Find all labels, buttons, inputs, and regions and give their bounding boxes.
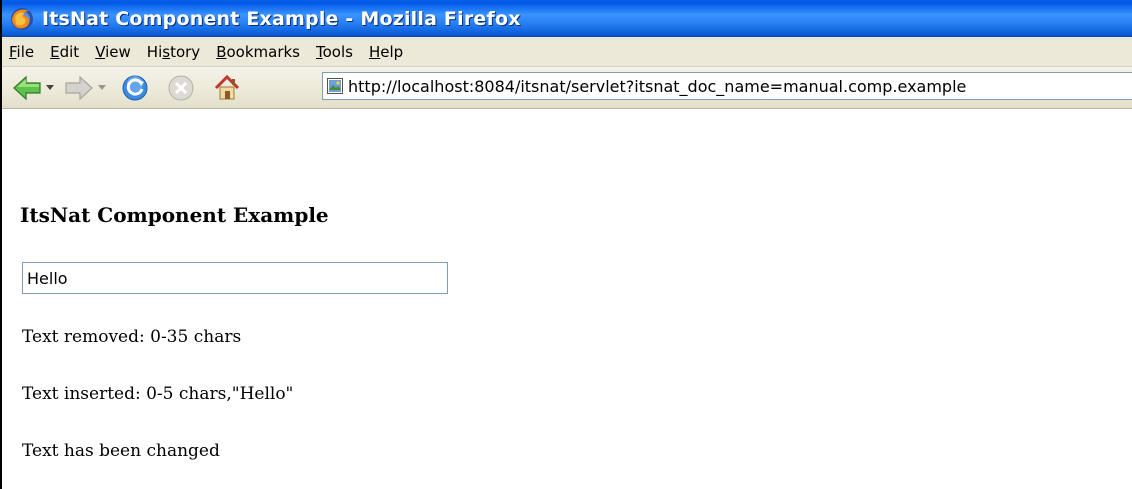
address-bar[interactable]: http://localhost:8084/itsnat/servlet?its… [322,72,1132,100]
dropdown-arrow-icon [46,84,54,90]
menu-bookmarks[interactable]: Bookmarks [211,43,306,61]
navigation-toolbar: http://localhost:8084/itsnat/servlet?its… [2,67,1132,109]
forward-history-dropdown[interactable] [96,72,108,104]
window-title: ItsNat Component Example - Mozilla Firef… [42,7,521,30]
page-heading: ItsNat Component Example [20,203,329,227]
dropdown-arrow-icon [98,84,106,90]
back-arrow-icon [13,75,41,100]
message-text-inserted: Text inserted: 0-5 chars,"Hello" [22,384,294,404]
menu-tools[interactable]: Tools [311,43,359,61]
reload-button[interactable] [118,72,152,104]
url-text: http://localhost:8084/itsnat/servlet?its… [348,76,967,96]
back-history-dropdown[interactable] [44,72,56,104]
message-text-removed: Text removed: 0-35 chars [22,327,242,347]
home-icon [214,74,240,99]
menu-bar: File Edit View History Bookmarks Tools H… [2,37,1132,67]
page-content: ItsNat Component Example Text removed: 0… [2,109,1132,489]
forward-arrow-icon [65,75,93,100]
message-text-changed: Text has been changed [22,441,220,461]
menu-history[interactable]: History [142,43,206,61]
back-button[interactable] [10,72,44,104]
stop-icon [168,75,194,100]
home-button[interactable] [210,72,244,104]
reload-icon [122,75,148,100]
browser-window: ItsNat Component Example - Mozilla Firef… [0,0,1132,489]
menu-file[interactable]: File [4,43,40,61]
title-bar: ItsNat Component Example - Mozilla Firef… [2,0,1132,37]
menu-view[interactable]: View [90,43,137,61]
menu-help[interactable]: Help [364,43,409,61]
menu-edit[interactable]: Edit [45,43,85,61]
forward-button[interactable] [62,72,96,104]
text-input[interactable] [22,262,448,294]
stop-button[interactable] [164,72,198,104]
firefox-icon [11,7,33,30]
page-favicon-icon [327,78,343,94]
